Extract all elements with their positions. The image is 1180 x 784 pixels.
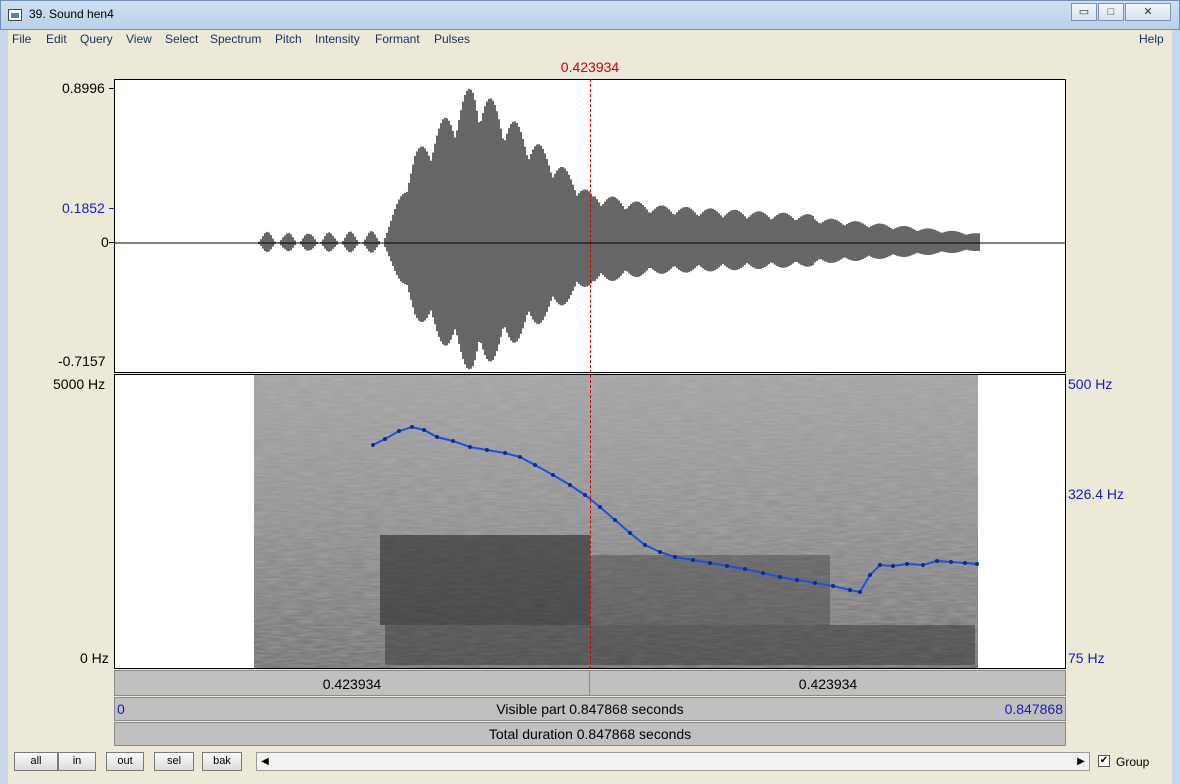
pitch-point bbox=[975, 562, 979, 566]
menu-edit[interactable]: Edit bbox=[46, 32, 67, 46]
zoom-sel-button[interactable]: sel bbox=[154, 752, 194, 771]
close-icon[interactable]: ✕ bbox=[1125, 3, 1171, 21]
wave-zero-tick bbox=[109, 242, 114, 243]
scroll-right-icon[interactable]: ▶ bbox=[1073, 753, 1089, 770]
cursor-line[interactable] bbox=[590, 79, 591, 669]
scroll-left-icon[interactable]: ◀ bbox=[257, 753, 273, 770]
horizontal-scrollbar[interactable]: ◀ ▶ bbox=[256, 752, 1090, 771]
pitch-point bbox=[921, 563, 925, 567]
pitch-bottom-label: 75 Hz bbox=[1068, 650, 1105, 666]
pitch-point bbox=[583, 493, 587, 497]
zoom-all-button[interactable]: all bbox=[14, 752, 58, 771]
window-frame-right bbox=[1172, 30, 1180, 784]
pitch-point bbox=[949, 560, 953, 564]
pitch-point bbox=[568, 483, 572, 487]
menu-query[interactable]: Query bbox=[80, 32, 113, 46]
title-bar[interactable]: 39. Sound hen4 ▭ □ ✕ bbox=[0, 0, 1180, 30]
pitch-point bbox=[891, 564, 895, 568]
total-duration-label: Total duration 0.847868 seconds bbox=[488, 726, 692, 742]
menu-file[interactable]: File bbox=[12, 32, 31, 46]
menu-spectrum[interactable]: Spectrum bbox=[210, 32, 261, 46]
pitch-point bbox=[383, 437, 387, 441]
pitch-point bbox=[451, 439, 455, 443]
pitch-point bbox=[963, 561, 967, 565]
window-title: 39. Sound hen4 bbox=[29, 7, 114, 21]
pitch-point bbox=[503, 451, 507, 455]
wave-zero-value: 0 bbox=[101, 234, 109, 250]
visible-end: 0.847868 bbox=[1004, 701, 1063, 717]
wave-mark-value: 0.1852 bbox=[62, 200, 105, 216]
menu-pitch[interactable]: Pitch bbox=[275, 32, 302, 46]
pitch-point bbox=[410, 425, 414, 429]
visible-part-bar[interactable]: 0 Visible part 0.847868 seconds 0.847868 bbox=[114, 697, 1066, 721]
pitch-point bbox=[628, 531, 632, 535]
pitch-point bbox=[905, 562, 909, 566]
zoom-back-button[interactable]: bak bbox=[202, 752, 242, 771]
visible-part-label: Visible part 0.847868 seconds bbox=[496, 701, 684, 717]
pitch-point bbox=[878, 563, 882, 567]
minimize-icon[interactable]: ▭ bbox=[1071, 3, 1097, 21]
cursor-time-bar[interactable]: 0.423934 0.423934 bbox=[114, 670, 1066, 696]
wave-top-tick bbox=[109, 88, 114, 89]
pitch-top-label: 500 Hz bbox=[1068, 376, 1113, 392]
pitch-point bbox=[613, 518, 617, 522]
pitch-point bbox=[422, 428, 426, 432]
menu-help[interactable]: Help bbox=[1139, 32, 1164, 46]
pitch-point bbox=[691, 558, 695, 562]
pitch-point bbox=[397, 429, 401, 433]
cursor-time-label: 0.423934 bbox=[560, 59, 620, 75]
group-label: Group bbox=[1116, 755, 1150, 769]
pitch-point bbox=[518, 455, 522, 459]
total-duration-bar[interactable]: Total duration 0.847868 seconds bbox=[114, 722, 1066, 746]
pitch-point bbox=[533, 463, 537, 467]
zoom-in-button[interactable]: in bbox=[58, 752, 96, 771]
pitch-point bbox=[795, 578, 799, 582]
wave-bottom-value: -0.7157 bbox=[58, 353, 106, 369]
wave-top-value: 0.8996 bbox=[62, 80, 105, 96]
app-icon bbox=[8, 9, 22, 21]
menu-pulses[interactable]: Pulses bbox=[434, 32, 470, 46]
bottom-controls: all in out sel bak ◀ ▶ ✔ Group bbox=[8, 749, 1170, 775]
pitch-point bbox=[813, 581, 817, 585]
pitch-point bbox=[831, 584, 835, 588]
zoom-out-button[interactable]: out bbox=[106, 752, 144, 771]
pitch-point bbox=[858, 590, 862, 594]
pitch-point bbox=[708, 561, 712, 565]
pitch-point bbox=[743, 567, 747, 571]
menu-intensity[interactable]: Intensity bbox=[315, 32, 360, 46]
pitch-point bbox=[673, 555, 677, 559]
wave-mark-tick bbox=[109, 208, 114, 209]
pitch-mid-label: 326.4 Hz bbox=[1068, 486, 1125, 502]
pitch-point bbox=[778, 575, 782, 579]
menu-view[interactable]: View bbox=[126, 32, 152, 46]
pitch-point bbox=[551, 473, 555, 477]
freq-top-label: 5000 Hz bbox=[53, 376, 106, 392]
window-frame-left bbox=[0, 30, 8, 784]
menu-bar: File Edit Query View Select Spectrum Pit… bbox=[8, 30, 1170, 50]
pitch-point bbox=[468, 445, 472, 449]
maximize-icon[interactable]: □ bbox=[1098, 3, 1124, 21]
pitch-point bbox=[485, 448, 489, 452]
group-checkbox[interactable]: ✔ bbox=[1098, 755, 1110, 767]
left-cursor-time: 0.423934 bbox=[322, 676, 382, 692]
pitch-point bbox=[935, 559, 939, 563]
pitch-point bbox=[868, 573, 872, 577]
pitch-point bbox=[761, 571, 765, 575]
pitch-point bbox=[658, 550, 662, 554]
pitch-point bbox=[725, 564, 729, 568]
pitch-point bbox=[848, 588, 852, 592]
pitch-point bbox=[435, 435, 439, 439]
pitch-point bbox=[643, 543, 647, 547]
pitch-point bbox=[598, 505, 602, 509]
freq-bottom-label: 0 Hz bbox=[80, 650, 109, 666]
menu-select[interactable]: Select bbox=[165, 32, 198, 46]
pitch-point bbox=[371, 443, 375, 447]
menu-formant[interactable]: Formant bbox=[375, 32, 420, 46]
right-cursor-time: 0.423934 bbox=[798, 676, 858, 692]
